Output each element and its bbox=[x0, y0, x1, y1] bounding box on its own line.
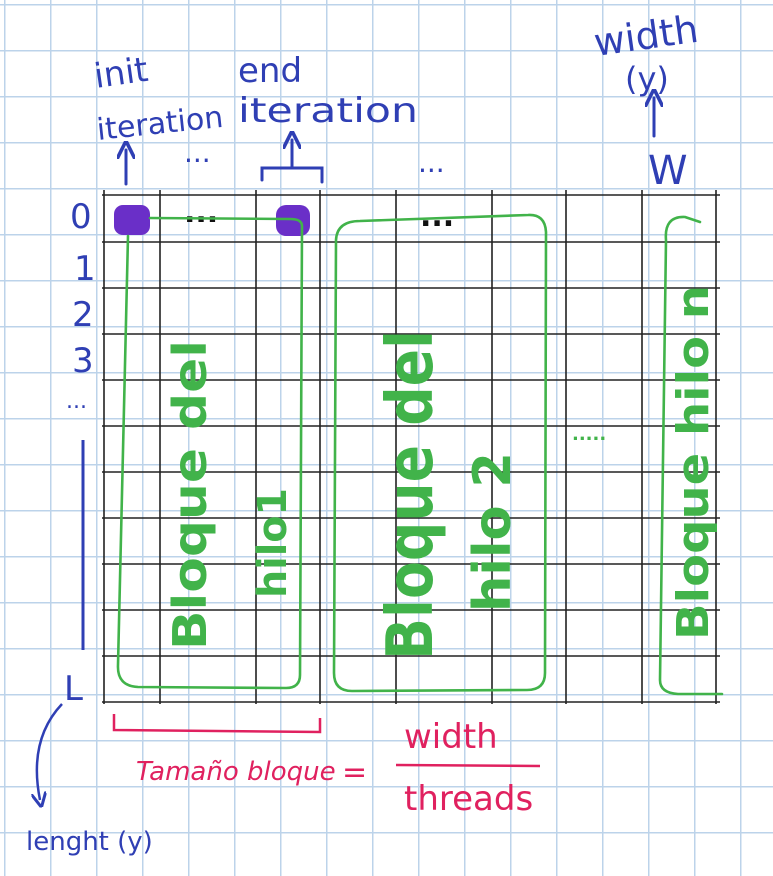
end-label: end bbox=[238, 51, 302, 91]
formula-lhs: Tamaño bloque bbox=[136, 757, 336, 787]
init-label: init bbox=[92, 50, 151, 97]
block-1-line2: hilo1 bbox=[250, 488, 296, 598]
thread-block-diagram: ... ... Bloque del hilo1 Bloque del hilo… bbox=[26, 7, 724, 857]
block-1-label: Bloque del bbox=[163, 340, 217, 650]
row-label-0: 0 bbox=[70, 197, 92, 237]
grid-dots-1: ... bbox=[184, 195, 218, 230]
init-cell-marker bbox=[114, 205, 150, 235]
row-label-3: 3 bbox=[72, 341, 94, 381]
length-curve-arrow bbox=[37, 703, 63, 800]
row-label-2: 2 bbox=[72, 295, 94, 335]
block-2-label: Bloque del bbox=[374, 330, 448, 660]
block-2-label-2: hilo 2 bbox=[463, 452, 523, 612]
end-iteration-label: iteration bbox=[238, 91, 418, 131]
block-size-bracket bbox=[112, 714, 322, 734]
formula-numerator: width bbox=[404, 717, 498, 757]
grid-dots-2: ... bbox=[420, 199, 454, 234]
formula-fraction-bar bbox=[395, 763, 541, 768]
row-dots: ... bbox=[66, 389, 87, 414]
length-end-label: L bbox=[64, 669, 83, 709]
block-2-line1: Bloque del bbox=[374, 330, 448, 660]
end-bracket bbox=[260, 140, 324, 184]
block-1-label-2: hilo1 bbox=[250, 488, 296, 598]
block-n-line1: Bloque hilo n bbox=[668, 285, 719, 640]
formula-denominator: threads bbox=[404, 779, 533, 819]
length-var-label: lenght (y) bbox=[26, 827, 153, 857]
middle-dots: ..... bbox=[572, 424, 606, 445]
top-dots-2: ... bbox=[418, 146, 445, 179]
block-n-label: Bloque hilo n bbox=[668, 285, 719, 640]
w-label: W bbox=[648, 148, 688, 194]
formula-equals: = bbox=[342, 755, 367, 790]
width-label: width bbox=[591, 7, 701, 65]
top-dots-1: ... bbox=[184, 136, 211, 169]
end-cell-marker bbox=[276, 205, 310, 236]
block-1-line1: Bloque del bbox=[163, 340, 217, 650]
row-label-1: 1 bbox=[74, 249, 96, 289]
block-2-line2: hilo 2 bbox=[463, 452, 523, 612]
width-var-label: (y) bbox=[625, 60, 669, 98]
